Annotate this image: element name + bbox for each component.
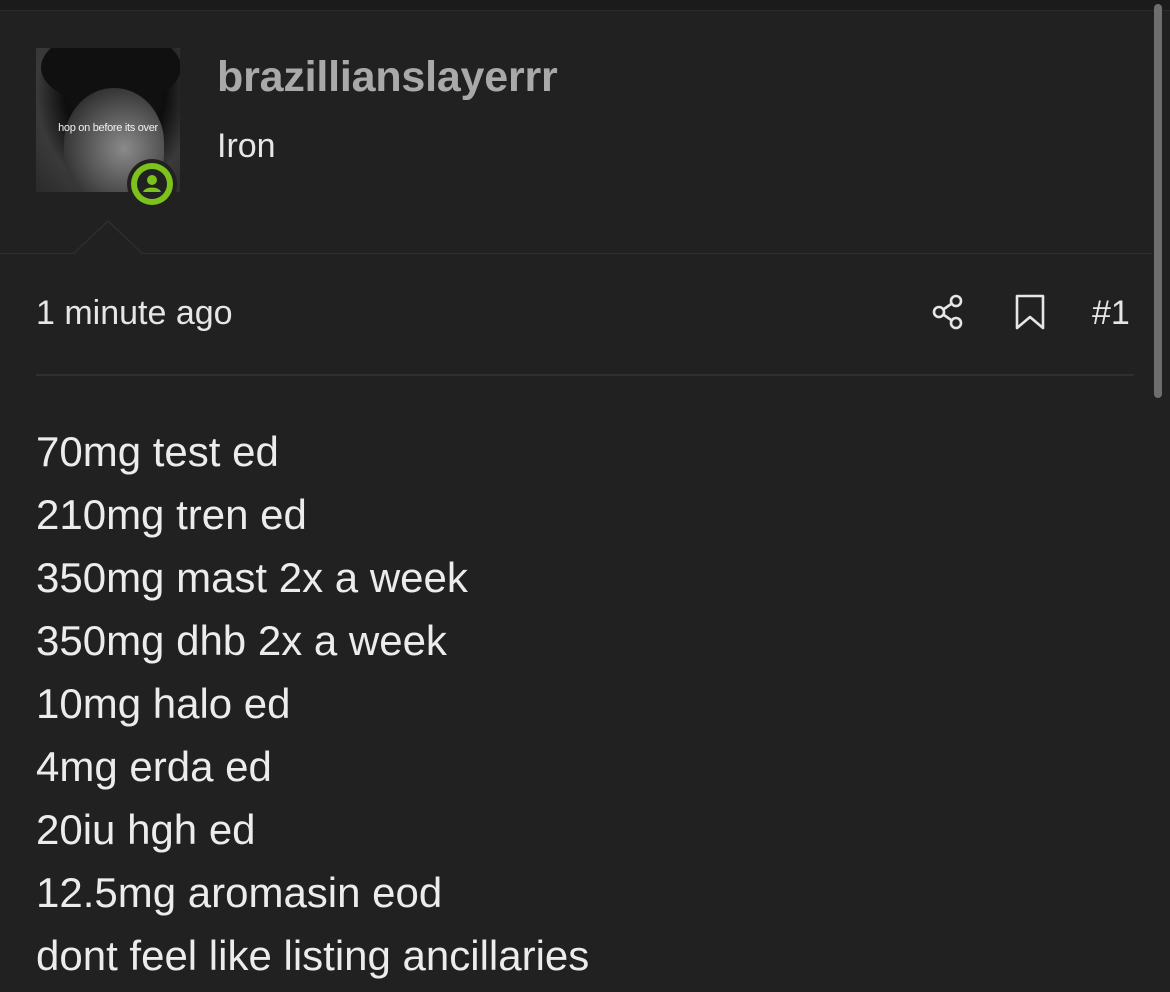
bookmark-icon[interactable] — [1010, 292, 1050, 332]
avatar-caption: hop on before its over — [58, 122, 158, 134]
post-line: 350mg dhb 2x a week — [36, 617, 447, 664]
user-circle-icon — [137, 169, 167, 199]
post-timestamp[interactable]: 1 minute ago — [36, 294, 233, 333]
post-line: 350mg mast 2x a week — [36, 554, 468, 601]
post-line: 70mg test ed — [36, 428, 279, 475]
user-rank: Iron — [217, 127, 276, 165]
post-line: 210mg tren ed — [36, 491, 307, 538]
meta-divider — [36, 374, 1134, 376]
post-line: 20iu hgh ed — [36, 806, 256, 853]
scrollbar[interactable] — [1154, 4, 1162, 398]
post-line: 12.5mg aromasin eod — [36, 869, 443, 916]
user-header: hop on before its over brazillianslayerr… — [0, 11, 1152, 254]
post-number-link[interactable]: #1 — [1092, 294, 1130, 333]
post-line: dont feel like listing ancillaries — [36, 932, 590, 979]
online-status-badge — [127, 159, 177, 209]
post-line: 10mg halo ed — [36, 680, 291, 727]
top-border — [0, 0, 1170, 11]
share-icon[interactable] — [928, 292, 968, 332]
username[interactable]: brazillianslayerrr — [217, 53, 558, 102]
header-pointer-fill — [74, 222, 142, 254]
post-body: 70mg test ed 210mg tren ed 350mg mast 2x… — [36, 420, 1134, 987]
post-page: hop on before its over brazillianslayerr… — [0, 0, 1170, 992]
post-meta-row: 1 minute ago #1 — [36, 280, 1134, 350]
post-line: 4mg erda ed — [36, 743, 272, 790]
